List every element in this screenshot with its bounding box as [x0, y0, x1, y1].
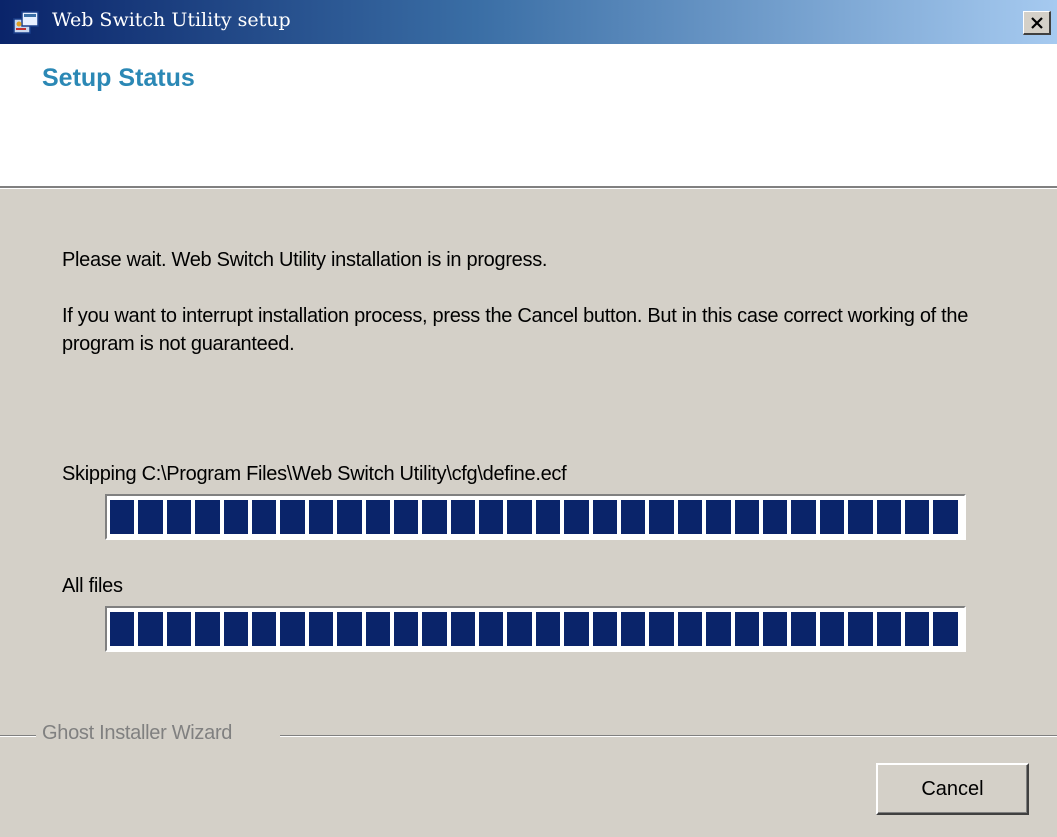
progress-chunk: [110, 612, 135, 646]
all-files-label: All files: [62, 575, 123, 597]
progress-chunk: [621, 500, 646, 534]
progress-chunk: [848, 612, 873, 646]
progress-chunk: [251, 500, 277, 534]
progress-chunk: [450, 612, 476, 646]
progress-chunk: [166, 612, 192, 646]
page-title: Setup Status: [42, 64, 195, 92]
progress-chunk: [337, 500, 362, 534]
progress-chunk: [933, 612, 958, 646]
header-panel: Setup Status: [0, 44, 1057, 188]
progress-chunk: [138, 612, 163, 646]
progress-chunk: [223, 612, 248, 646]
progress-chunk: [734, 612, 759, 646]
setup-window: Web Switch Utility setup Setup Status Pl…: [0, 0, 1057, 837]
progress-chunk: [422, 612, 447, 646]
close-button[interactable]: [1023, 11, 1051, 35]
progress-chunk: [166, 500, 192, 534]
wizard-group-label: Ghost Installer Wizard: [42, 722, 233, 744]
progress-chunk: [876, 612, 901, 646]
progress-chunk: [677, 500, 703, 534]
progress-chunk: [223, 500, 248, 534]
progress-chunk: [393, 500, 419, 534]
progress-chunk: [762, 612, 788, 646]
progress-chunk: [337, 612, 362, 646]
current-file-label: Skipping C:\Program Files\Web Switch Uti…: [62, 463, 567, 485]
progress-chunk: [479, 612, 504, 646]
progress-chunk: [762, 500, 788, 534]
progress-chunk: [621, 612, 646, 646]
window-title: Web Switch Utility setup: [52, 9, 291, 31]
cancel-button[interactable]: Cancel: [876, 763, 1029, 815]
progress-chunk: [904, 612, 930, 646]
progress-chunk: [308, 500, 334, 534]
title-bar[interactable]: Web Switch Utility setup: [0, 0, 1057, 44]
progress-chunk: [791, 612, 816, 646]
progress-chunk: [280, 612, 305, 646]
progress-chunk: [479, 500, 504, 534]
progress-chunk: [649, 500, 674, 534]
progress-chunk: [110, 500, 135, 534]
progress-chunk: [848, 500, 873, 534]
progress-chunk: [507, 500, 532, 534]
progress-chunk: [706, 500, 731, 534]
progress-chunk: [251, 612, 277, 646]
progress-chunk: [535, 500, 561, 534]
progress-chunk: [138, 500, 163, 534]
progress-chunk: [791, 500, 816, 534]
progress-chunk: [677, 612, 703, 646]
close-icon: [1030, 16, 1043, 29]
current-file-progress-bar: [105, 494, 966, 540]
progress-chunk: [507, 612, 532, 646]
progress-chunk: [706, 612, 731, 646]
progress-chunk: [734, 500, 759, 534]
progress-chunk: [365, 612, 390, 646]
progress-chunk: [904, 500, 930, 534]
progress-chunk: [564, 612, 589, 646]
header-divider: [0, 188, 1057, 189]
status-message: Please wait. Web Switch Utility installa…: [62, 249, 548, 271]
progress-chunk: [195, 500, 220, 534]
all-files-progress-bar: [105, 606, 966, 652]
group-divider-right: [280, 735, 1057, 737]
progress-chunk: [365, 500, 390, 534]
progress-chunk: [564, 500, 589, 534]
progress-chunk: [422, 500, 447, 534]
progress-chunk: [649, 612, 674, 646]
progress-chunk: [280, 500, 305, 534]
progress-chunk: [393, 612, 419, 646]
progress-chunk: [819, 500, 845, 534]
progress-chunk: [933, 500, 958, 534]
progress-chunk: [308, 612, 334, 646]
progress-chunk: [592, 500, 618, 534]
progress-chunk: [195, 612, 220, 646]
progress-chunk: [819, 612, 845, 646]
progress-chunk: [535, 612, 561, 646]
cancel-warning-message: If you want to interrupt installation pr…: [62, 305, 969, 355]
progress-chunk: [592, 612, 618, 646]
progress-chunk: [876, 500, 901, 534]
group-divider-left: [0, 735, 36, 737]
installer-icon: [13, 11, 39, 34]
progress-chunk: [450, 500, 476, 534]
